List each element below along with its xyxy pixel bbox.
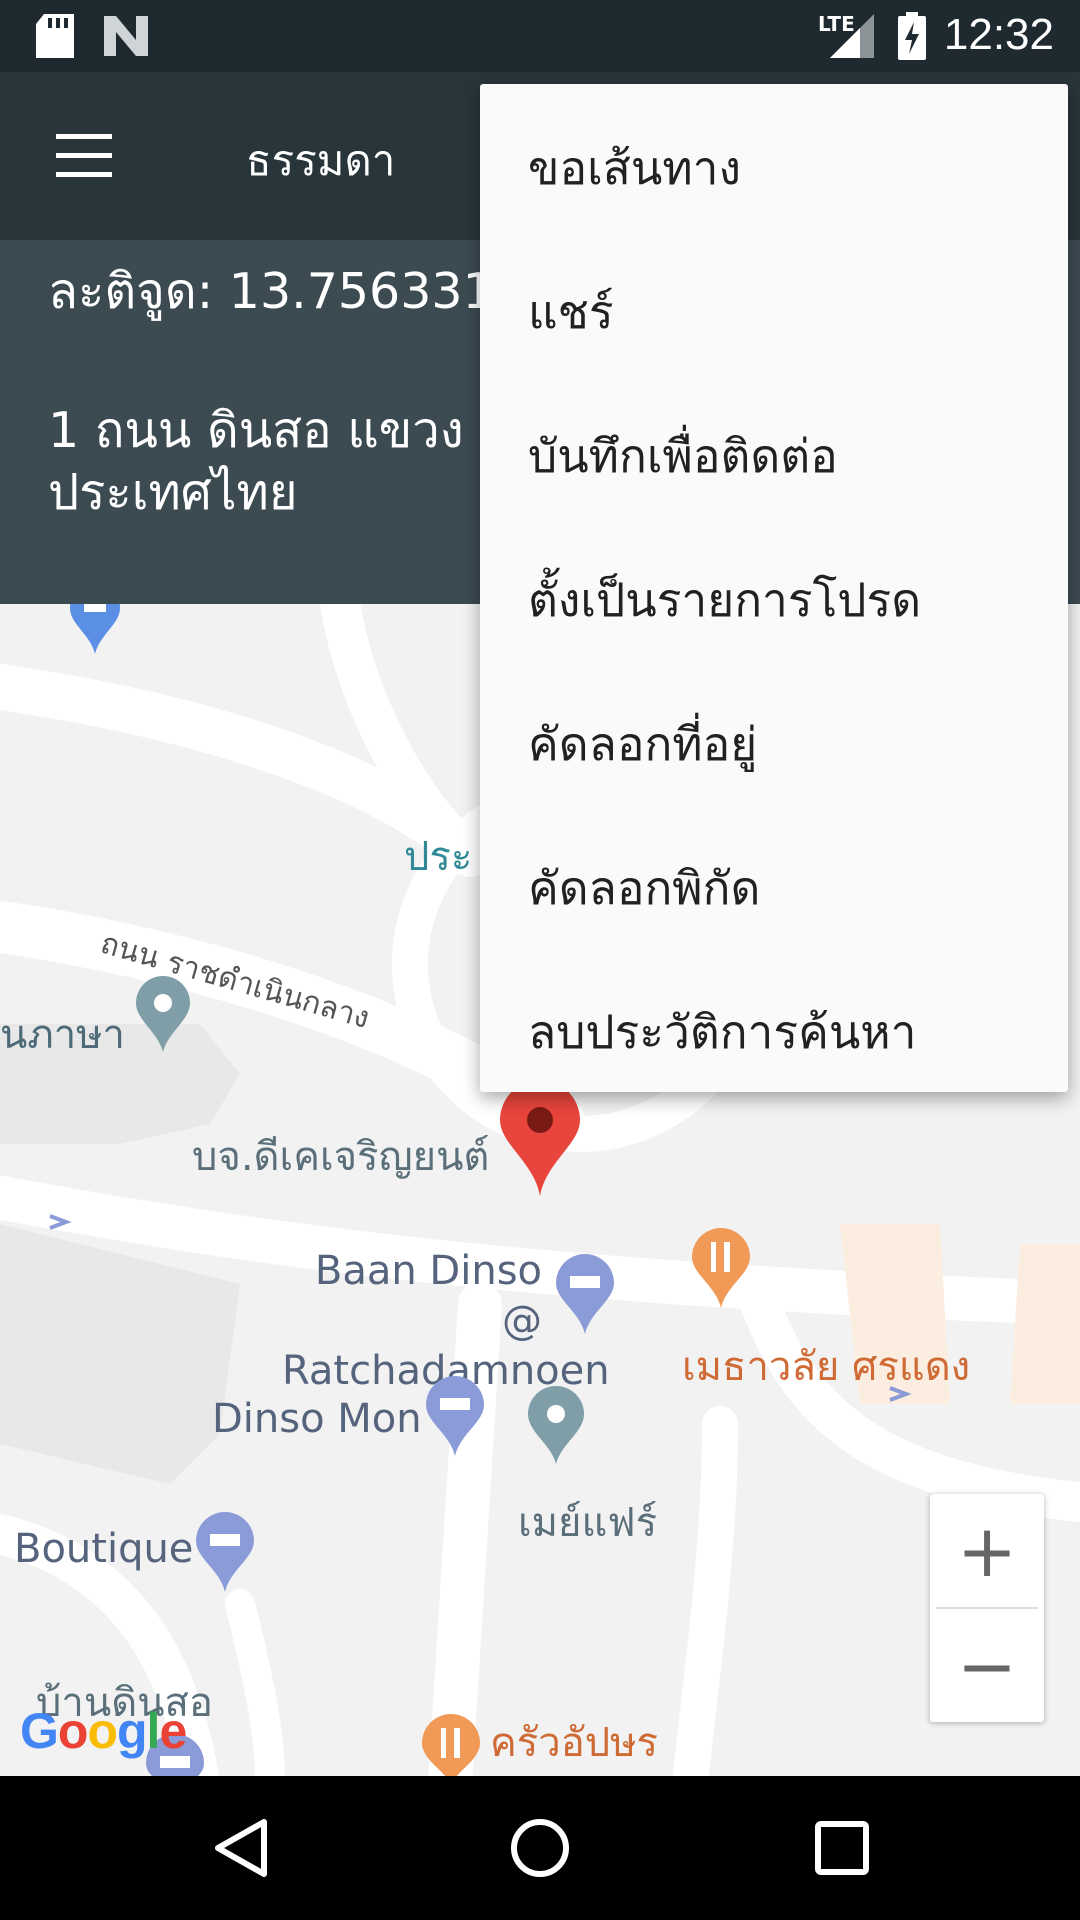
poi-pin-icon[interactable]	[136, 976, 190, 1052]
map-type-title[interactable]: ธรรมดา	[246, 128, 395, 194]
home-icon[interactable]	[508, 1816, 572, 1880]
poi-pin-icon[interactable]	[528, 1386, 584, 1464]
menu-item-copy-coordinates[interactable]: คัดลอกพิกัด	[480, 816, 1068, 960]
menu-hamburger-icon[interactable]	[56, 134, 112, 178]
map-label-baan-dinso[interactable]: Baan Dinso @ Ratchadamnoen	[282, 1246, 610, 1396]
restaurant-pin-icon[interactable]	[422, 1714, 480, 1776]
overflow-menu: ขอเส้นทาง แชร์ บันทึกเพื่อติดต่อ ตั้งเป็…	[480, 84, 1068, 1092]
hotel-pin-icon[interactable]	[556, 1254, 614, 1334]
signal-icon	[830, 14, 874, 58]
nfc-n-icon	[104, 16, 148, 56]
menu-item-copy-address[interactable]: คัดลอกที่อยู่	[480, 672, 1068, 816]
back-icon[interactable]	[210, 1816, 270, 1880]
map-label-dinso-mon[interactable]: Dinso Mon	[212, 1396, 422, 1442]
menu-item-share[interactable]: แชร์	[480, 240, 1068, 384]
recents-icon[interactable]	[812, 1818, 872, 1878]
map-label-prathu[interactable]: ประ	[404, 824, 472, 888]
menu-item-clear-history[interactable]: ลบประวัติการค้นหา	[480, 960, 1068, 1104]
map-label-dk[interactable]: บจ.ดีเคเจริญยนต์	[192, 1124, 489, 1188]
map-label-left-poi[interactable]: นภาษา	[0, 1002, 125, 1066]
map-label-mayfair[interactable]: เมย์แฟร์	[518, 1490, 657, 1554]
hotel-pin-icon[interactable]	[196, 1512, 254, 1592]
status-bar: LTE 12:32	[0, 0, 1080, 72]
navigation-bar	[0, 1776, 1080, 1920]
zoom-out-button[interactable]: −	[930, 1609, 1044, 1722]
hotel-pin-icon[interactable]	[426, 1376, 484, 1456]
menu-item-directions[interactable]: ขอเส้นทาง	[480, 96, 1068, 240]
map-label-boutique[interactable]: Boutique	[14, 1526, 193, 1572]
map-label-krua[interactable]: ครัวอัปษร	[490, 1710, 658, 1774]
menu-item-favorite[interactable]: ตั้งเป็นรายการโปรด	[480, 528, 1068, 672]
google-logo: Google	[20, 1703, 187, 1759]
menu-item-save-contact[interactable]: บันทึกเพื่อติดต่อ	[480, 384, 1068, 528]
zoom-controls: + −	[930, 1494, 1044, 1722]
battery-charging-icon	[898, 12, 926, 60]
map-label-mathawalai[interactable]: เมธาวลัย ศรแดง	[682, 1334, 970, 1398]
sd-card-icon	[36, 14, 74, 58]
restaurant-pin-icon[interactable]	[692, 1228, 750, 1308]
status-time: 12:32	[943, 10, 1054, 59]
hotel-pin-icon[interactable]	[70, 604, 120, 654]
zoom-in-button[interactable]: +	[930, 1494, 1044, 1607]
